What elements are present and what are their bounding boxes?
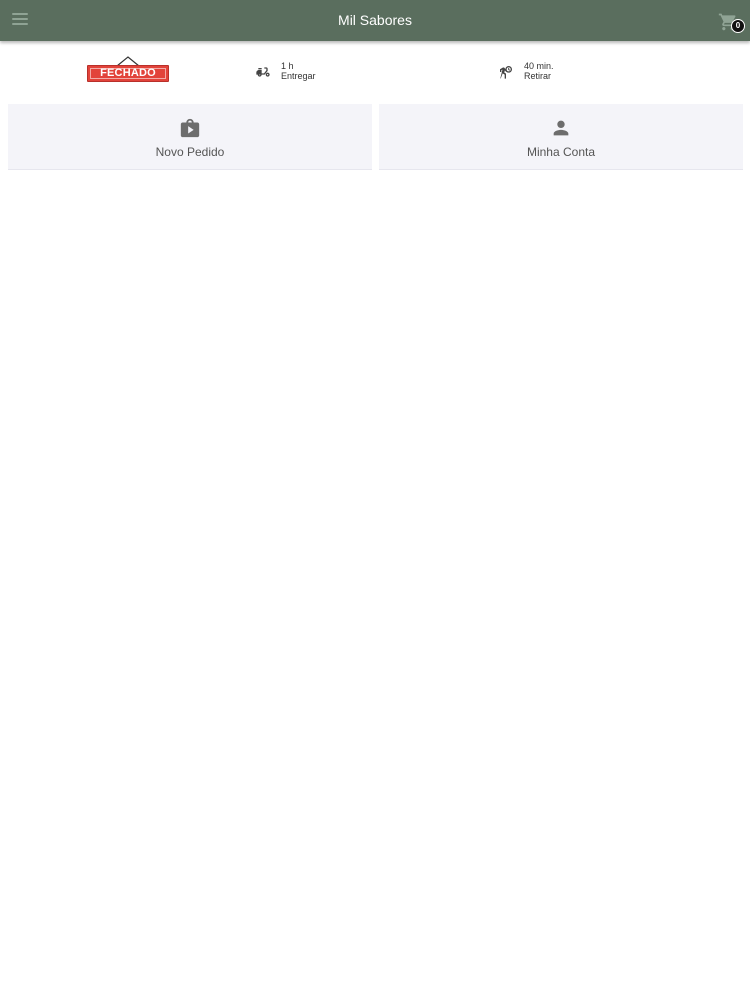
store-info-row: FECHADO 1 h Entregar 40 min. Retirar <box>0 46 750 100</box>
my-account-button[interactable]: Minha Conta <box>379 104 743 170</box>
app-root: Mil Sabores 0 FECHADO 1 h Entregar 40 mi… <box>0 0 750 1000</box>
pickup-time: 40 min. <box>524 61 554 71</box>
page-title: Mil Sabores <box>338 12 412 28</box>
delivery-label: Entregar <box>281 71 316 81</box>
new-order-label: Novo Pedido <box>155 145 225 159</box>
store-closed-sign: FECHADO <box>87 56 169 82</box>
delivery-scooter-icon <box>256 67 270 77</box>
pickup-label: Retirar <box>524 71 552 81</box>
person-icon <box>553 120 569 136</box>
cart-button[interactable]: 0 <box>718 10 746 34</box>
delivery-time: 1 h <box>281 61 294 71</box>
top-bar: Mil Sabores 0 <box>0 0 750 41</box>
cart-count-badge: 0 <box>731 19 745 33</box>
shopping-bag-play-icon <box>180 118 200 138</box>
store-status-badge: FECHADO <box>87 65 169 82</box>
pickup-walk-icon <box>500 66 512 79</box>
my-account-label: Minha Conta <box>526 145 596 159</box>
new-order-button[interactable]: Novo Pedido <box>8 104 372 170</box>
